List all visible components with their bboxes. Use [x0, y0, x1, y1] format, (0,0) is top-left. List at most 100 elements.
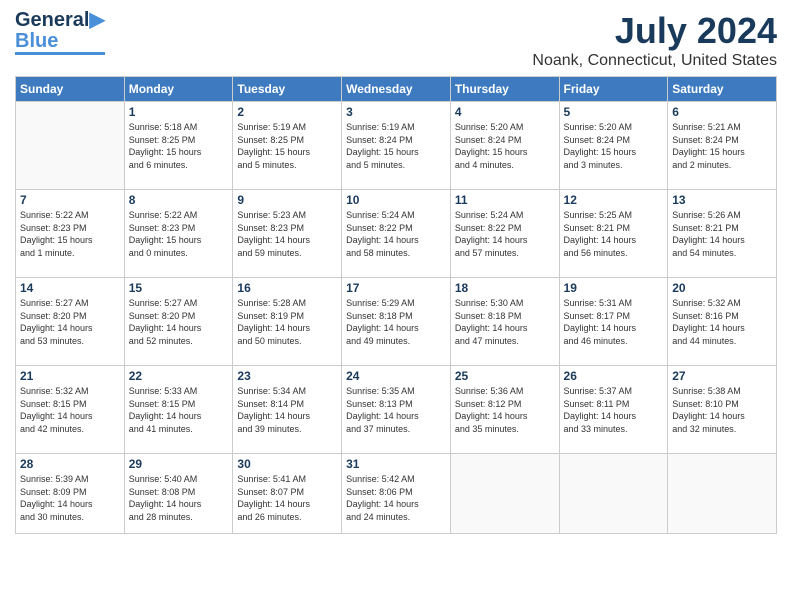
day-number: 17 — [346, 281, 446, 295]
calendar-day-cell: 3 Sunrise: 5:19 AM Sunset: 8:24 PM Daylig… — [342, 102, 451, 190]
calendar-header-monday: Monday — [124, 77, 233, 102]
calendar-header-wednesday: Wednesday — [342, 77, 451, 102]
day-info: Sunrise: 5:41 AM Sunset: 8:07 PM Dayligh… — [237, 473, 337, 523]
day-number: 2 — [237, 105, 337, 119]
day-number: 1 — [129, 105, 229, 119]
calendar-header-sunday: Sunday — [16, 77, 125, 102]
day-info: Sunrise: 5:33 AM Sunset: 8:15 PM Dayligh… — [129, 385, 229, 435]
day-number: 20 — [672, 281, 772, 295]
calendar-day-cell: 26 Sunrise: 5:37 AM Sunset: 8:11 PM Dayli… — [559, 366, 668, 454]
day-info: Sunrise: 5:35 AM Sunset: 8:13 PM Dayligh… — [346, 385, 446, 435]
day-info: Sunrise: 5:42 AM Sunset: 8:06 PM Dayligh… — [346, 473, 446, 523]
day-info: Sunrise: 5:22 AM Sunset: 8:23 PM Dayligh… — [20, 209, 120, 259]
day-number: 8 — [129, 193, 229, 207]
calendar-day-cell: 10 Sunrise: 5:24 AM Sunset: 8:22 PM Dayli… — [342, 190, 451, 278]
calendar-header-saturday: Saturday — [668, 77, 777, 102]
day-info: Sunrise: 5:40 AM Sunset: 8:08 PM Dayligh… — [129, 473, 229, 523]
day-number: 5 — [564, 105, 664, 119]
calendar-day-cell: 23 Sunrise: 5:34 AM Sunset: 8:14 PM Dayli… — [233, 366, 342, 454]
calendar-day-cell: 13 Sunrise: 5:26 AM Sunset: 8:21 PM Dayli… — [668, 190, 777, 278]
calendar-header-thursday: Thursday — [450, 77, 559, 102]
day-info: Sunrise: 5:25 AM Sunset: 8:21 PM Dayligh… — [564, 209, 664, 259]
calendar-day-cell: 5 Sunrise: 5:20 AM Sunset: 8:24 PM Daylig… — [559, 102, 668, 190]
day-number: 22 — [129, 369, 229, 383]
day-info: Sunrise: 5:34 AM Sunset: 8:14 PM Dayligh… — [237, 385, 337, 435]
day-number: 21 — [20, 369, 120, 383]
calendar-day-cell: 24 Sunrise: 5:35 AM Sunset: 8:13 PM Dayli… — [342, 366, 451, 454]
day-number: 16 — [237, 281, 337, 295]
title-section: July 2024 Noank, Connecticut, United Sta… — [532, 10, 777, 70]
calendar-table: SundayMondayTuesdayWednesdayThursdayFrid… — [15, 76, 777, 534]
calendar-day-cell: 21 Sunrise: 5:32 AM Sunset: 8:15 PM Dayli… — [16, 366, 125, 454]
day-number: 6 — [672, 105, 772, 119]
calendar-day-cell: 25 Sunrise: 5:36 AM Sunset: 8:12 PM Dayli… — [450, 366, 559, 454]
day-info: Sunrise: 5:27 AM Sunset: 8:20 PM Dayligh… — [129, 297, 229, 347]
calendar-day-cell: 1 Sunrise: 5:18 AM Sunset: 8:25 PM Daylig… — [124, 102, 233, 190]
calendar-day-cell: 15Sunrise: 5:27 AM Sunset: 8:20 PM Dayli… — [124, 278, 233, 366]
page: General▶ Blue July 2024 Noank, Connectic… — [0, 0, 792, 612]
day-info: Sunrise: 5:27 AM Sunset: 8:20 PM Dayligh… — [20, 297, 120, 347]
calendar-day-cell: 31 Sunrise: 5:42 AM Sunset: 8:06 PM Dayli… — [342, 454, 451, 534]
calendar-day-cell — [559, 454, 668, 534]
calendar-week-row: 28Sunrise: 5:39 AM Sunset: 8:09 PM Dayli… — [16, 454, 777, 534]
header: General▶ Blue July 2024 Noank, Connectic… — [15, 10, 777, 70]
day-info: Sunrise: 5:39 AM Sunset: 8:09 PM Dayligh… — [20, 473, 120, 523]
day-info: Sunrise: 5:18 AM Sunset: 8:25 PM Dayligh… — [129, 121, 229, 171]
day-number: 18 — [455, 281, 555, 295]
day-info: Sunrise: 5:24 AM Sunset: 8:22 PM Dayligh… — [455, 209, 555, 259]
day-number: 26 — [564, 369, 664, 383]
day-info: Sunrise: 5:23 AM Sunset: 8:23 PM Dayligh… — [237, 209, 337, 259]
day-number: 23 — [237, 369, 337, 383]
calendar-day-cell: 4Sunrise: 5:20 AM Sunset: 8:24 PM Daylig… — [450, 102, 559, 190]
day-number: 13 — [672, 193, 772, 207]
logo: General▶ Blue — [15, 10, 105, 55]
day-number: 24 — [346, 369, 446, 383]
day-info: Sunrise: 5:20 AM Sunset: 8:24 PM Dayligh… — [455, 121, 555, 171]
day-info: Sunrise: 5:19 AM Sunset: 8:25 PM Dayligh… — [237, 121, 337, 171]
logo-text: General▶ — [15, 10, 105, 31]
calendar-header-friday: Friday — [559, 77, 668, 102]
calendar-day-cell: 20 Sunrise: 5:32 AM Sunset: 8:16 PM Dayli… — [668, 278, 777, 366]
calendar-day-cell — [16, 102, 125, 190]
day-info: Sunrise: 5:24 AM Sunset: 8:22 PM Dayligh… — [346, 209, 446, 259]
calendar-day-cell: 14Sunrise: 5:27 AM Sunset: 8:20 PM Dayli… — [16, 278, 125, 366]
calendar-day-cell: 19 Sunrise: 5:31 AM Sunset: 8:17 PM Dayli… — [559, 278, 668, 366]
day-number: 25 — [455, 369, 555, 383]
day-number: 3 — [346, 105, 446, 119]
day-number: 19 — [564, 281, 664, 295]
calendar-day-cell: 22 Sunrise: 5:33 AM Sunset: 8:15 PM Dayli… — [124, 366, 233, 454]
day-info: Sunrise: 5:19 AM Sunset: 8:24 PM Dayligh… — [346, 121, 446, 171]
calendar-header-row: SundayMondayTuesdayWednesdayThursdayFrid… — [16, 77, 777, 102]
logo-blue: Blue — [15, 31, 105, 55]
day-info: Sunrise: 5:29 AM Sunset: 8:18 PM Dayligh… — [346, 297, 446, 347]
calendar-day-cell — [450, 454, 559, 534]
day-info: Sunrise: 5:30 AM Sunset: 8:18 PM Dayligh… — [455, 297, 555, 347]
calendar-day-cell: 17 Sunrise: 5:29 AM Sunset: 8:18 PM Dayli… — [342, 278, 451, 366]
day-number: 9 — [237, 193, 337, 207]
calendar-week-row: 14Sunrise: 5:27 AM Sunset: 8:20 PM Dayli… — [16, 278, 777, 366]
day-info: Sunrise: 5:20 AM Sunset: 8:24 PM Dayligh… — [564, 121, 664, 171]
day-info: Sunrise: 5:32 AM Sunset: 8:15 PM Dayligh… — [20, 385, 120, 435]
day-info: Sunrise: 5:31 AM Sunset: 8:17 PM Dayligh… — [564, 297, 664, 347]
day-number: 27 — [672, 369, 772, 383]
day-number: 7 — [20, 193, 120, 207]
day-info: Sunrise: 5:38 AM Sunset: 8:10 PM Dayligh… — [672, 385, 772, 435]
day-number: 11 — [455, 193, 555, 207]
calendar-day-cell: 11 Sunrise: 5:24 AM Sunset: 8:22 PM Dayli… — [450, 190, 559, 278]
calendar-day-cell: 12 Sunrise: 5:25 AM Sunset: 8:21 PM Dayli… — [559, 190, 668, 278]
day-info: Sunrise: 5:26 AM Sunset: 8:21 PM Dayligh… — [672, 209, 772, 259]
day-number: 10 — [346, 193, 446, 207]
day-number: 31 — [346, 457, 446, 471]
calendar-day-cell: 28Sunrise: 5:39 AM Sunset: 8:09 PM Dayli… — [16, 454, 125, 534]
day-number: 29 — [129, 457, 229, 471]
day-number: 12 — [564, 193, 664, 207]
calendar-day-cell: 30Sunrise: 5:41 AM Sunset: 8:07 PM Dayli… — [233, 454, 342, 534]
day-info: Sunrise: 5:36 AM Sunset: 8:12 PM Dayligh… — [455, 385, 555, 435]
main-title: July 2024 — [532, 10, 777, 52]
calendar-day-cell — [668, 454, 777, 534]
day-info: Sunrise: 5:37 AM Sunset: 8:11 PM Dayligh… — [564, 385, 664, 435]
calendar-day-cell: 16Sunrise: 5:28 AM Sunset: 8:19 PM Dayli… — [233, 278, 342, 366]
day-info: Sunrise: 5:32 AM Sunset: 8:16 PM Dayligh… — [672, 297, 772, 347]
calendar-week-row: 21 Sunrise: 5:32 AM Sunset: 8:15 PM Dayli… — [16, 366, 777, 454]
calendar-day-cell: 2 Sunrise: 5:19 AM Sunset: 8:25 PM Daylig… — [233, 102, 342, 190]
